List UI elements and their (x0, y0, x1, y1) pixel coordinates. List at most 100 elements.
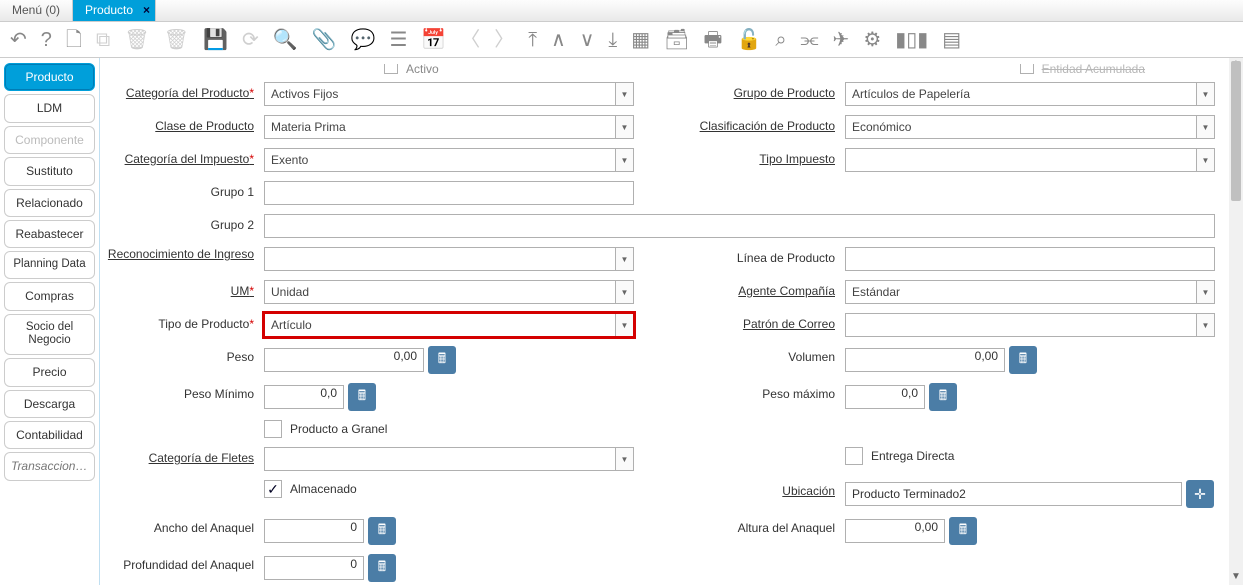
scroll-down-icon[interactable]: ▼ (1229, 571, 1243, 585)
select-categoria-impuesto[interactable]: Exento▼ (264, 148, 634, 172)
input-altura-anaquel[interactable]: 0,00 (845, 519, 945, 543)
label-peso: Peso (104, 346, 264, 374)
chevron-down-icon[interactable]: ▼ (1196, 314, 1214, 336)
select-clasificacion-producto[interactable]: Económico▼ (845, 115, 1215, 139)
help-icon[interactable]: ? (41, 30, 52, 50)
calc-button[interactable]: 🖩 (929, 383, 957, 411)
sidebar-item-compras[interactable]: Compras (4, 282, 95, 310)
chevron-down-icon[interactable]: ▼ (615, 248, 633, 270)
select-categoria-producto[interactable]: Activos Fijos▼ (264, 82, 634, 106)
checkbox-producto-granel[interactable] (264, 420, 282, 438)
input-ancho-anaquel[interactable]: 0 (264, 519, 364, 543)
entidad-checkbox[interactable] (1020, 64, 1034, 74)
locate-button[interactable]: ✛ (1186, 480, 1214, 508)
chevron-down-icon[interactable]: ▼ (615, 149, 633, 171)
sidebar-item-producto[interactable]: Producto (4, 63, 95, 91)
sidebar-item-socio[interactable]: Socio del Negocio (4, 314, 95, 356)
copy-icon[interactable]: ⧉ (96, 30, 110, 50)
input-volumen[interactable]: 0,00 (845, 348, 1005, 372)
activo-checkbox[interactable] (384, 64, 398, 74)
input-grupo1[interactable] (264, 181, 634, 205)
sidebar-item-descarga[interactable]: Descarga (4, 390, 95, 418)
calc-button[interactable]: 🖩 (348, 383, 376, 411)
report-icon[interactable]: ▦ (631, 30, 650, 50)
chevron-down-icon[interactable]: ▼ (1196, 281, 1214, 303)
input-peso-minimo[interactable]: 0,0 (264, 385, 344, 409)
tab-menu[interactable]: Menú (0) (0, 0, 73, 21)
list-icon[interactable]: ☰ (389, 30, 407, 50)
input-grupo2[interactable] (264, 214, 1215, 238)
screen-icon[interactable]: ▤ (942, 30, 961, 50)
select-tipo-impuesto[interactable]: ▼ (845, 148, 1215, 172)
label-agente: Agente Compañía (685, 280, 845, 304)
select-um[interactable]: Unidad▼ (264, 280, 634, 304)
chevron-down-icon[interactable]: ▼ (615, 314, 633, 336)
lock-icon[interactable]: 🔓 (736, 30, 761, 50)
attach-icon[interactable]: 📎 (312, 30, 337, 50)
sidebar-item-transacciones[interactable]: Transacciones (4, 452, 95, 480)
delete-icon[interactable]: 🗑 (124, 30, 149, 50)
workflow-icon[interactable]: ⫘ (801, 30, 819, 50)
sidebar-item-planning[interactable]: Planning Data (4, 251, 95, 279)
sidebar-item-componente[interactable]: Componente (4, 126, 95, 154)
sidebar-item-precio[interactable]: Precio (4, 358, 95, 386)
label-categoria-fletes: Categoría de Fletes (104, 447, 264, 471)
prev-icon[interactable]: 〈 (460, 30, 480, 50)
up-icon[interactable]: ∧ (551, 30, 566, 50)
chevron-down-icon[interactable]: ▼ (1196, 149, 1214, 171)
select-clase-producto[interactable]: Materia Prima▼ (264, 115, 634, 139)
calendar-icon[interactable]: 📅 (421, 30, 446, 50)
search-icon[interactable]: 🔍 (273, 30, 298, 50)
first-icon[interactable]: ⤒ (528, 30, 537, 50)
sidebar-item-relacionado[interactable]: Relacionado (4, 189, 95, 217)
print-icon[interactable]: 🖶 (704, 30, 723, 50)
calc-button[interactable]: 🖩 (949, 517, 977, 545)
input-peso[interactable]: 0,00 (264, 348, 424, 372)
chevron-down-icon[interactable]: ▼ (615, 116, 633, 138)
calc-button[interactable]: 🖩 (368, 554, 396, 582)
zoom-icon[interactable]: ⌕ (775, 30, 786, 50)
sidebar-item-contabilidad[interactable]: Contabilidad (4, 421, 95, 449)
archive-icon[interactable]: 🗃 (664, 30, 689, 50)
input-peso-maximo[interactable]: 0,0 (845, 385, 925, 409)
chat-icon[interactable]: 💬 (351, 30, 376, 50)
last-icon[interactable]: ⤓ (608, 30, 617, 50)
input-linea-producto[interactable] (845, 247, 1215, 271)
select-reconocimiento[interactable]: ▼ (264, 247, 634, 271)
checkbox-almacenado[interactable] (264, 480, 282, 498)
chevron-down-icon[interactable]: ▼ (615, 281, 633, 303)
scroll-thumb[interactable] (1231, 61, 1241, 201)
sidebar-item-sustituto[interactable]: Sustituto (4, 157, 95, 185)
scrollbar[interactable]: ▲ ▼ (1229, 58, 1243, 585)
chevron-down-icon[interactable]: ▼ (1196, 116, 1214, 138)
chevron-down-icon[interactable]: ▼ (1196, 83, 1214, 105)
refresh-icon[interactable]: ⟳ (242, 30, 259, 50)
send-icon[interactable]: ✈ (833, 30, 850, 50)
tab-producto[interactable]: Producto × (73, 0, 156, 21)
down-icon[interactable]: ∨ (580, 30, 595, 50)
save-icon[interactable]: 💾 (203, 30, 228, 50)
chevron-down-icon[interactable]: ▼ (615, 448, 633, 470)
barcode-icon[interactable]: ▮▯▮ (895, 30, 928, 50)
next-icon[interactable]: 〉 (494, 30, 514, 50)
checkbox-entrega-directa[interactable] (845, 447, 863, 465)
select-grupo-producto[interactable]: Artículos de Papelería▼ (845, 82, 1215, 106)
delete2-icon[interactable]: 🗑 (164, 30, 189, 50)
sidebar-item-reabastecer[interactable]: Reabastecer (4, 220, 95, 248)
select-categoria-fletes[interactable]: ▼ (264, 447, 634, 471)
chevron-down-icon[interactable]: ▼ (615, 83, 633, 105)
input-profundidad-anaquel[interactable]: 0 (264, 556, 364, 580)
undo-icon[interactable]: ↶ (10, 30, 27, 50)
label-ubicacion: Ubicación (685, 480, 845, 508)
calc-button[interactable]: 🖩 (368, 517, 396, 545)
calc-button[interactable]: 🖩 (1009, 346, 1037, 374)
sidebar-item-ldm[interactable]: LDM (4, 94, 95, 122)
select-tipo-producto[interactable]: Artículo▼ (264, 313, 634, 337)
close-icon[interactable]: × (143, 3, 150, 17)
calc-button[interactable]: 🖩 (428, 346, 456, 374)
new-doc-icon[interactable]: 🗋 (66, 30, 82, 50)
select-agente[interactable]: Estándar▼ (845, 280, 1215, 304)
gear-icon[interactable]: ⚙ (863, 30, 881, 50)
input-ubicacion[interactable]: Producto Terminado2 (845, 482, 1182, 506)
select-patron-correo[interactable]: ▼ (845, 313, 1215, 337)
